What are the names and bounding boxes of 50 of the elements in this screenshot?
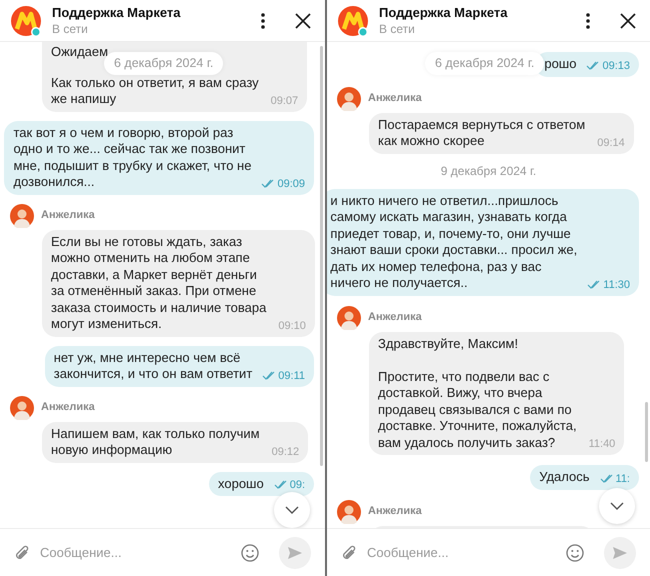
message-time: 11:40: [588, 437, 616, 451]
emoji-icon[interactable]: [241, 544, 259, 562]
author-name: Анжелика: [368, 504, 422, 520]
date-separator: 9 декабря 2024 г.: [440, 164, 536, 178]
date-pill: 6 декабря 2024 г.: [425, 52, 544, 75]
author-name: Анжелика: [41, 208, 95, 224]
chat-status: В сети: [379, 20, 416, 36]
message-text: Удалось: [539, 469, 590, 486]
message-time: 09:14: [597, 136, 625, 150]
avatar: [10, 204, 34, 228]
author-name: Анжелика: [41, 400, 95, 416]
message-text: рошо: [544, 56, 576, 72]
message-text: Постараемся вернуться с ответом как можно скорее: [378, 116, 586, 150]
message-time: 09:12: [272, 444, 300, 458]
paperclip-icon[interactable]: [341, 544, 357, 562]
avatar: [10, 396, 34, 420]
message-time: 09:09: [277, 176, 305, 190]
author-name: Анжелика: [368, 310, 422, 326]
message-text: и никто ничего не ответил...пришлось самому искать магазин, узнавать когда приедет товар, и, почему-то, они лучше знают ваши сроки доставки... просил же, дать их номер телефона, раз у вас ничего не получается..: [330, 192, 578, 292]
message-time: 09:10: [278, 318, 306, 332]
message-text: Здравствуйте, Максим! Простите, что подвели вас с доставкой. Вижу, что вчера продавец связывался с вами по доставке. Уточните, пожалуйста, вам удалось получить заказ?: [378, 336, 577, 451]
message-text: Как только он ответит, я вам сразу же напишу: [51, 74, 259, 108]
chat-status: В сети: [52, 20, 89, 36]
paperclip-icon[interactable]: [14, 544, 30, 562]
message-input[interactable]: Сообщение...: [40, 542, 231, 562]
message-text: Напишем вам, как только получим новую информацию: [51, 426, 260, 458]
avatar: [337, 500, 361, 524]
chat-title: Поддержка Маркета: [379, 4, 509, 20]
message-text: нет уж, мне интересно чем всё закончится, и что он вам ответит: [54, 350, 252, 382]
send-icon: [287, 546, 303, 560]
message-time: 09:07: [270, 94, 298, 108]
message-text: Если вы не готовы ждать, заказ можно отменить на любом этапе доставки, а Маркет вернёт деньги за отменённый заказ. При отмене заказа стоимость и наличие товара могут измениться.: [51, 234, 266, 332]
avatar: [337, 306, 361, 330]
logo-icon: [10, 4, 42, 36]
emoji-icon[interactable]: [566, 544, 584, 562]
logo-icon: [337, 4, 369, 36]
message-time: 09:13: [602, 58, 630, 72]
message-text: хорошо: [218, 476, 264, 492]
message-text: так вот я о чем и говорю, второй раз одно и то же... сейчас так же позвонит мне, подышит в трубку и скажет, что не дозвонился...: [13, 124, 252, 190]
send-icon: [612, 546, 628, 560]
chevron-down-icon: [610, 502, 624, 510]
chat-title: Поддержка Маркета: [52, 4, 182, 20]
message-input[interactable]: Сообщение...: [367, 542, 556, 562]
message-time: 09:: [290, 478, 305, 492]
author-name: Анжелика: [368, 91, 422, 106]
message-time: 09:11: [278, 368, 305, 382]
chevron-down-icon: [285, 506, 299, 514]
message-time: 11:30: [603, 278, 630, 292]
message-time: 11:: [616, 472, 630, 486]
avatar: [337, 86, 361, 110]
